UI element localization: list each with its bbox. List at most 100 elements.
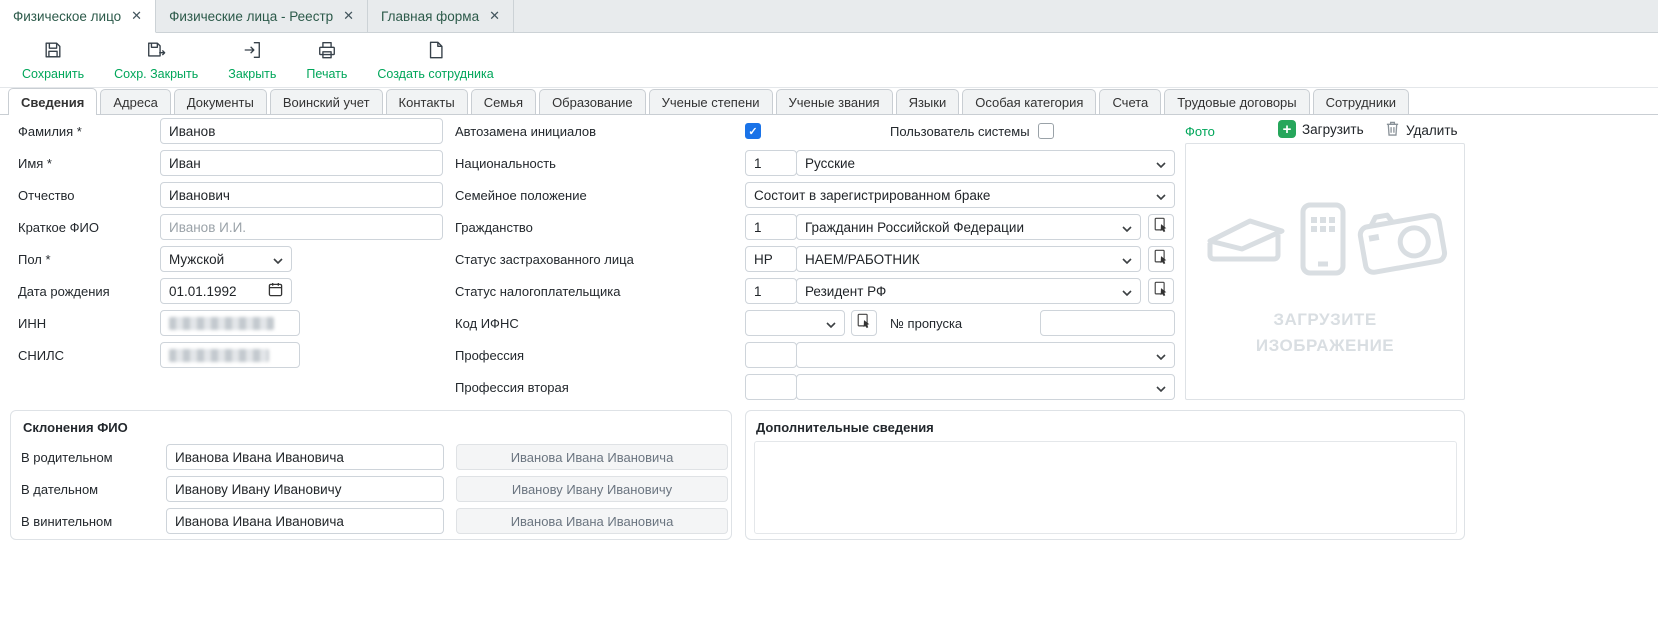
- snils-input[interactable]: [160, 342, 300, 368]
- tab-osobaya-kategoriya[interactable]: Особая категория: [962, 89, 1096, 114]
- photo-upload-button[interactable]: + Загрузить: [1278, 120, 1364, 138]
- auto-initials-checkbox[interactable]: ✓: [745, 123, 761, 139]
- additional-info-title: Дополнительные сведения: [756, 420, 934, 435]
- chevron-down-icon: [826, 316, 836, 331]
- pass-number-label: № пропуска: [890, 316, 962, 331]
- last-name-input[interactable]: [160, 118, 443, 144]
- photo-placeholder-text: ЗАГРУЗИТЕ ИЗОБРАЖЕНИЕ: [1186, 307, 1464, 360]
- profession-select[interactable]: [796, 342, 1175, 368]
- citizenship-code-input[interactable]: [745, 214, 797, 240]
- close-icon[interactable]: ✕: [489, 8, 500, 24]
- dative-input[interactable]: [166, 476, 444, 502]
- inn-label: ИНН: [18, 316, 46, 331]
- birth-date-value: 01.01.1992: [169, 284, 237, 299]
- profession2-code-input[interactable]: [745, 374, 797, 400]
- tab-trudovye-dogovory[interactable]: Трудовые договоры: [1164, 89, 1309, 114]
- nationality-code-input[interactable]: [745, 150, 797, 176]
- dative-suggestion-button[interactable]: Иванову Ивану Ивановичу: [456, 476, 728, 502]
- print-button[interactable]: Печать: [306, 40, 347, 81]
- taxpayer-status-value: Резидент РФ: [805, 284, 886, 299]
- first-name-input[interactable]: [160, 150, 443, 176]
- window-tab-label: Главная форма: [381, 9, 479, 24]
- middle-name-label: Отчество: [18, 188, 75, 203]
- tab-dokumenty[interactable]: Документы: [174, 89, 267, 114]
- close-icon[interactable]: ✕: [343, 8, 354, 24]
- form-tab-strip: Сведения Адреса Документы Воинский учет …: [0, 88, 1658, 115]
- first-name-label: Имя *: [18, 156, 52, 171]
- save-label: Сохранить: [22, 67, 84, 81]
- window-tab-person[interactable]: Физическое лицо ✕: [0, 0, 156, 33]
- upload-label: Загрузить: [1302, 122, 1364, 137]
- profession2-label: Профессия вторая: [455, 380, 569, 395]
- nationality-select[interactable]: Русские: [796, 150, 1175, 176]
- taxpayer-status-select[interactable]: Резидент РФ: [796, 278, 1141, 304]
- taxpayer-status-code-input[interactable]: [745, 278, 797, 304]
- close-button[interactable]: Закрыть: [228, 40, 276, 81]
- close-label: Закрыть: [228, 67, 276, 81]
- declensions-title: Склонения ФИО: [23, 420, 128, 435]
- citizenship-label: Гражданство: [455, 220, 533, 235]
- save-close-label: Сохр. Закрыть: [114, 67, 198, 81]
- tab-yazyki[interactable]: Языки: [896, 89, 960, 114]
- photo-delete-button[interactable]: Удалить: [1385, 120, 1458, 140]
- birth-date-label: Дата рождения: [18, 284, 110, 299]
- photo-placeholder-line1: ЗАГРУЗИТЕ: [1186, 307, 1464, 333]
- profession2-select[interactable]: [796, 374, 1175, 400]
- tab-sotrudniki[interactable]: Сотрудники: [1313, 89, 1409, 114]
- save-button[interactable]: Сохранить: [22, 40, 84, 81]
- window-tab-registry[interactable]: Физические лица - Реестр ✕: [156, 0, 368, 32]
- photo-placeholder[interactable]: ЗАГРУЗИТЕ ИЗОБРАЖЕНИЕ: [1185, 143, 1465, 400]
- toolbar: Сохранить Сохр. Закрыть Закрыть Печать С…: [0, 34, 1658, 88]
- create-employee-button[interactable]: Создать сотрудника: [377, 40, 493, 81]
- short-name-input[interactable]: [160, 214, 443, 240]
- profession-code-input[interactable]: [745, 342, 797, 368]
- create-employee-label: Создать сотрудника: [377, 67, 493, 81]
- select-from-list-icon: [1153, 281, 1169, 302]
- tab-svedeniya[interactable]: Сведения: [8, 88, 97, 115]
- close-door-icon: [242, 40, 262, 65]
- insured-status-select[interactable]: НАЕМ/РАБОТНИК: [796, 246, 1141, 272]
- window-tab-main-form[interactable]: Главная форма ✕: [368, 0, 514, 32]
- marital-status-label: Семейное положение: [455, 188, 587, 203]
- nationality-value: Русские: [805, 156, 855, 171]
- insured-status-label: Статус застрахованного лица: [455, 252, 634, 267]
- tab-kontakty[interactable]: Контакты: [386, 89, 468, 114]
- taxpayer-status-picker-button[interactable]: [1148, 278, 1174, 304]
- accusative-input[interactable]: [166, 508, 444, 534]
- gender-value: Мужской: [169, 252, 224, 267]
- system-user-checkbox[interactable]: [1038, 123, 1054, 139]
- gender-select[interactable]: Мужской: [160, 246, 292, 272]
- citizenship-select[interactable]: Гражданин Российской Федерации: [796, 214, 1141, 240]
- save-close-button[interactable]: Сохр. Закрыть: [114, 40, 198, 81]
- inn-input[interactable]: [160, 310, 300, 336]
- close-icon[interactable]: ✕: [131, 8, 142, 24]
- ifns-picker-button[interactable]: [851, 310, 877, 336]
- pass-number-input[interactable]: [1040, 310, 1175, 336]
- accusative-suggestion-button[interactable]: Иванова Ивана Ивановича: [456, 508, 728, 534]
- auto-initials-label: Автозамена инициалов: [455, 124, 596, 139]
- insured-status-code-input[interactable]: [745, 246, 797, 272]
- window-tab-label: Физическое лицо: [13, 9, 121, 24]
- tab-obrazovanie[interactable]: Образование: [539, 89, 646, 114]
- birth-date-input[interactable]: 01.01.1992: [160, 278, 292, 304]
- tab-scheta[interactable]: Счета: [1099, 89, 1161, 114]
- nationality-label: Национальность: [455, 156, 556, 171]
- profession-label: Профессия: [455, 348, 524, 363]
- tab-uchenye-stepeni[interactable]: Ученые степени: [649, 89, 773, 114]
- calendar-icon[interactable]: [268, 282, 283, 300]
- tab-voinskiy-uchet[interactable]: Воинский учет: [270, 89, 383, 114]
- tab-adresa[interactable]: Адреса: [100, 89, 170, 114]
- chevron-down-icon: [1122, 284, 1132, 299]
- genitive-input[interactable]: [166, 444, 444, 470]
- middle-name-input[interactable]: [160, 182, 443, 208]
- genitive-suggestion-button[interactable]: Иванова Ивана Ивановича: [456, 444, 728, 470]
- tab-uchenye-zvaniya[interactable]: Ученые звания: [776, 89, 893, 114]
- marital-status-select[interactable]: Состоит в зарегистрированном браке: [745, 182, 1175, 208]
- scanner-icon: [1204, 207, 1288, 276]
- tab-semya[interactable]: Семья: [471, 89, 536, 114]
- additional-info-textarea[interactable]: [754, 441, 1457, 534]
- citizenship-picker-button[interactable]: [1148, 214, 1174, 240]
- insured-status-picker-button[interactable]: [1148, 246, 1174, 272]
- ifns-code-select[interactable]: [745, 310, 845, 336]
- chevron-down-icon: [1156, 156, 1166, 171]
